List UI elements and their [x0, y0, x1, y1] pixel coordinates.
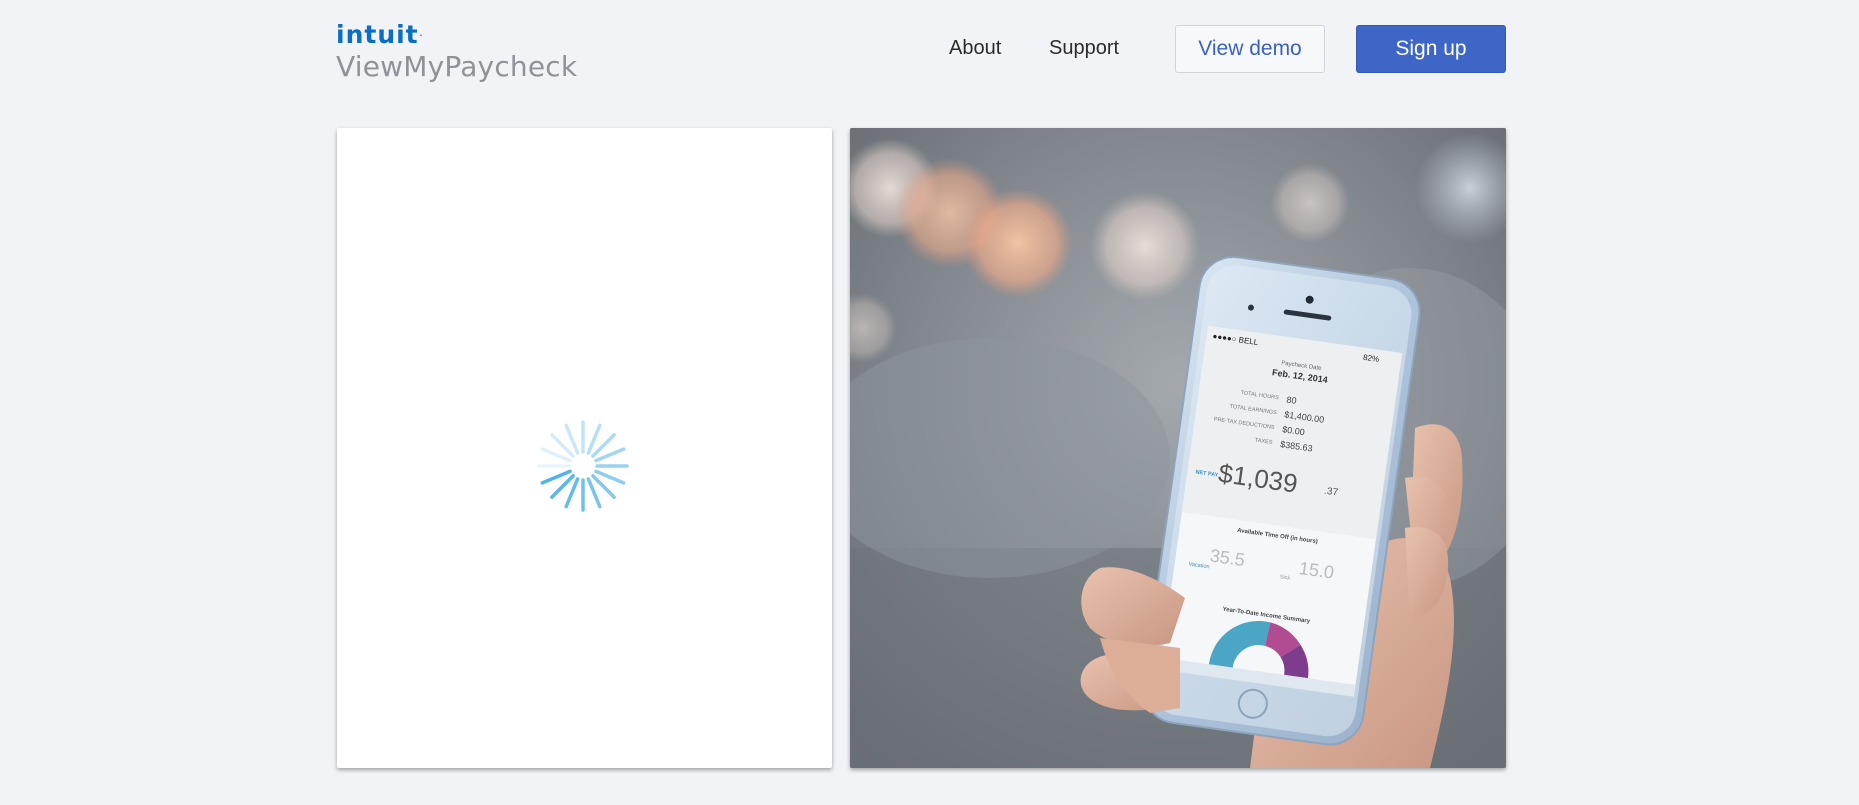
nav-about-link[interactable]: About	[949, 36, 1001, 60]
login-panel	[337, 128, 832, 768]
view-demo-button[interactable]: View demo	[1175, 25, 1325, 73]
sign-up-button[interactable]: Sign up	[1356, 25, 1506, 73]
loading-spinner-icon	[537, 420, 629, 512]
product-name: ViewMyPaycheck	[336, 50, 578, 83]
svg-text:.37: .37	[1323, 486, 1339, 499]
svg-text:80: 80	[1286, 395, 1297, 406]
brand-logo[interactable]: intuit. ViewMyPaycheck	[336, 22, 577, 83]
page: intuit. ViewMyPaycheck About Support Vie…	[0, 0, 1859, 805]
nav-support-link[interactable]: Support	[1049, 36, 1119, 60]
hero-image: ●●●●○ BELL 82% Paycheck Date Feb. 12, 20…	[850, 128, 1506, 768]
intuit-logo: intuit.	[336, 20, 424, 49]
